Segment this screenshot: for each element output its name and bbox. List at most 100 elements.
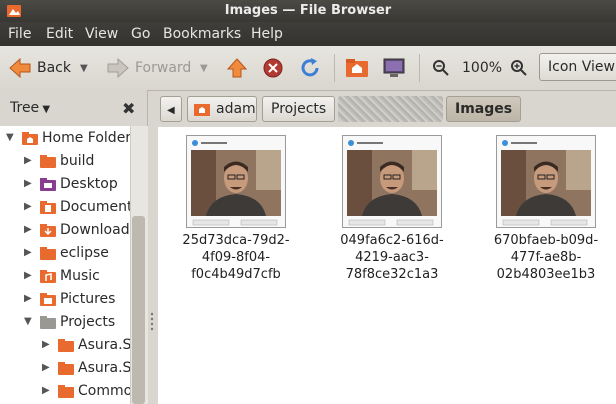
up-arrow-icon	[226, 58, 248, 78]
folder-icon	[58, 385, 74, 398]
sidebar-mode-select[interactable]: Tree ▼	[10, 100, 50, 116]
webcam-header-icon	[502, 140, 537, 146]
sidebar-item-desktop[interactable]: ▶ Desktop	[0, 173, 147, 196]
sidebar-item-asura-sy[interactable]: ▶ Asura.Sy	[0, 357, 147, 380]
zoom-out-icon	[433, 60, 449, 76]
expander-expanded-icon[interactable]: ▼	[24, 316, 32, 327]
computer-button[interactable]	[382, 46, 406, 90]
forward-arrow-icon	[107, 57, 129, 79]
image-thumbnail	[496, 135, 596, 228]
zoom-level[interactable]: 100%	[462, 46, 502, 90]
forward-button[interactable]: Forward	[106, 46, 191, 90]
chevron-left-icon: ◀	[167, 105, 175, 116]
sidebar-item-commo[interactable]: ▶ Commo	[0, 380, 147, 403]
sidebar-item-label: Documents	[60, 199, 140, 215]
home-folder-icon	[22, 132, 38, 145]
sidebar-item-downloads[interactable]: ▶ Downloads	[0, 219, 147, 242]
up-button[interactable]	[226, 46, 248, 90]
person-photo-icon	[501, 150, 591, 216]
close-icon[interactable]: ✖	[122, 99, 135, 118]
pane-resize-handle[interactable]	[149, 310, 155, 338]
home-button[interactable]	[345, 46, 369, 90]
sidebar-item-home-folder[interactable]: ▼ Home Folder	[0, 127, 147, 150]
sidebar-scrollbar-thumb[interactable]	[132, 216, 145, 404]
menu-bar: File Edit View Go Bookmarks Help	[0, 22, 616, 46]
sidebar-item-music[interactable]: ▶ Music	[0, 265, 147, 288]
home-folder-icon	[194, 104, 210, 116]
downloads-folder-icon	[40, 224, 56, 237]
folder-icon	[58, 339, 74, 352]
reload-button[interactable]	[299, 46, 321, 90]
menu-help[interactable]: Help	[251, 26, 283, 42]
back-label: Back	[37, 60, 71, 76]
expander-collapsed-icon[interactable]: ▶	[24, 293, 32, 304]
sidebar-item-label: Projects	[60, 314, 116, 330]
menu-bookmarks[interactable]: Bookmarks	[163, 26, 241, 42]
toolbar-separator	[419, 54, 420, 82]
photo-preview	[347, 150, 437, 216]
sidebar-item-projects[interactable]: ▼ Projects	[0, 311, 147, 334]
home-folder-icon	[346, 59, 368, 77]
menu-go[interactable]: Go	[131, 26, 150, 42]
sidebar-item-label: Desktop	[60, 176, 118, 192]
sidebar-item-documents[interactable]: ▶ Documents	[0, 196, 147, 219]
desktop-folder-icon	[40, 178, 56, 191]
sidebar-item-pictures[interactable]: ▶ Pictures	[0, 288, 147, 311]
toolbar: Back ▼ Forward ▼ 100% Icon View	[0, 46, 616, 91]
chevron-down-icon: ▼	[200, 62, 208, 74]
sidebar-item-asura-st[interactable]: ▶ Asura.St	[0, 334, 147, 357]
toolbar-separator	[334, 54, 335, 82]
person-photo-icon	[191, 150, 281, 216]
computer-icon	[383, 58, 405, 77]
menu-view[interactable]: View	[85, 26, 118, 42]
expander-collapsed-icon[interactable]: ▶	[24, 247, 32, 258]
expander-collapsed-icon[interactable]: ▶	[24, 201, 32, 212]
webcam-controls-icon	[348, 219, 434, 226]
zoom-out-button[interactable]	[432, 46, 450, 90]
sidebar-item-label: Downloads	[60, 222, 137, 238]
sidebar-item-eclipse[interactable]: ▶ eclipse	[0, 242, 147, 265]
expander-collapsed-icon[interactable]: ▶	[24, 155, 32, 166]
expander-collapsed-icon[interactable]: ▶	[42, 339, 50, 350]
file-icon-view[interactable]: 25d73dca-79d2- 4f09-8f04- f0c4b49d7cfb 049f…	[158, 127, 616, 404]
sidebar-item-label: Home Folder	[42, 130, 132, 146]
path-segment-adam[interactable]: adam	[187, 96, 257, 122]
back-history-dropdown[interactable]: ▼	[80, 46, 88, 90]
file-name: 25d73dca-79d2- 4f09-8f04- f0c4b49d7cfb	[182, 233, 290, 282]
path-segment-projects[interactable]: Projects	[262, 96, 336, 122]
path-segment-images[interactable]: Images	[446, 96, 522, 122]
expander-expanded-icon[interactable]: ▼	[6, 132, 14, 143]
menu-file[interactable]: File	[8, 26, 31, 42]
photo-preview	[501, 150, 591, 216]
back-button[interactable]: Back	[8, 46, 71, 90]
file-name: 670bfaeb-b09d- 477f-ae8b- 02b4803ee1b3	[493, 233, 599, 282]
path-segment-redacted[interactable]	[338, 96, 443, 122]
stop-button[interactable]	[262, 46, 284, 90]
menu-edit[interactable]: Edit	[46, 26, 73, 42]
view-mode-select[interactable]: Icon View	[539, 53, 616, 81]
expander-collapsed-icon[interactable]: ▶	[42, 385, 50, 396]
expander-collapsed-icon[interactable]: ▶	[42, 362, 50, 373]
stop-icon	[263, 58, 283, 78]
title-bar: Images — File Browser	[0, 0, 616, 22]
sidebar-item-label: Music	[60, 268, 100, 284]
path-scroll-left-button[interactable]: ◀	[160, 96, 182, 122]
expander-collapsed-icon[interactable]: ▶	[24, 270, 32, 281]
pictures-folder-icon	[40, 293, 56, 306]
reload-icon	[301, 58, 319, 77]
person-photo-icon	[347, 150, 437, 216]
sidebar-item-label: build	[60, 153, 95, 169]
documents-folder-icon	[40, 201, 56, 214]
image-thumbnail	[186, 135, 286, 228]
sidebar: Tree ▼ ✖ ▼ Home Folder ▶ build ▶ Desktop ▶ Docu…	[0, 90, 148, 404]
sidebar-item-build[interactable]: ▶ build	[0, 150, 147, 173]
folder-icon	[58, 362, 74, 375]
sidebar-item-label: Pictures	[60, 291, 116, 307]
expander-collapsed-icon[interactable]: ▶	[24, 178, 32, 189]
forward-history-dropdown[interactable]: ▼	[200, 46, 208, 90]
zoom-in-icon	[511, 60, 527, 76]
expander-collapsed-icon[interactable]: ▶	[24, 224, 32, 235]
zoom-in-button[interactable]	[510, 46, 528, 90]
file-name: 049fa6c2-616d- 4219-aac3- 78f8ce32c1a3	[340, 233, 444, 282]
window-title: Images — File Browser	[224, 3, 392, 18]
